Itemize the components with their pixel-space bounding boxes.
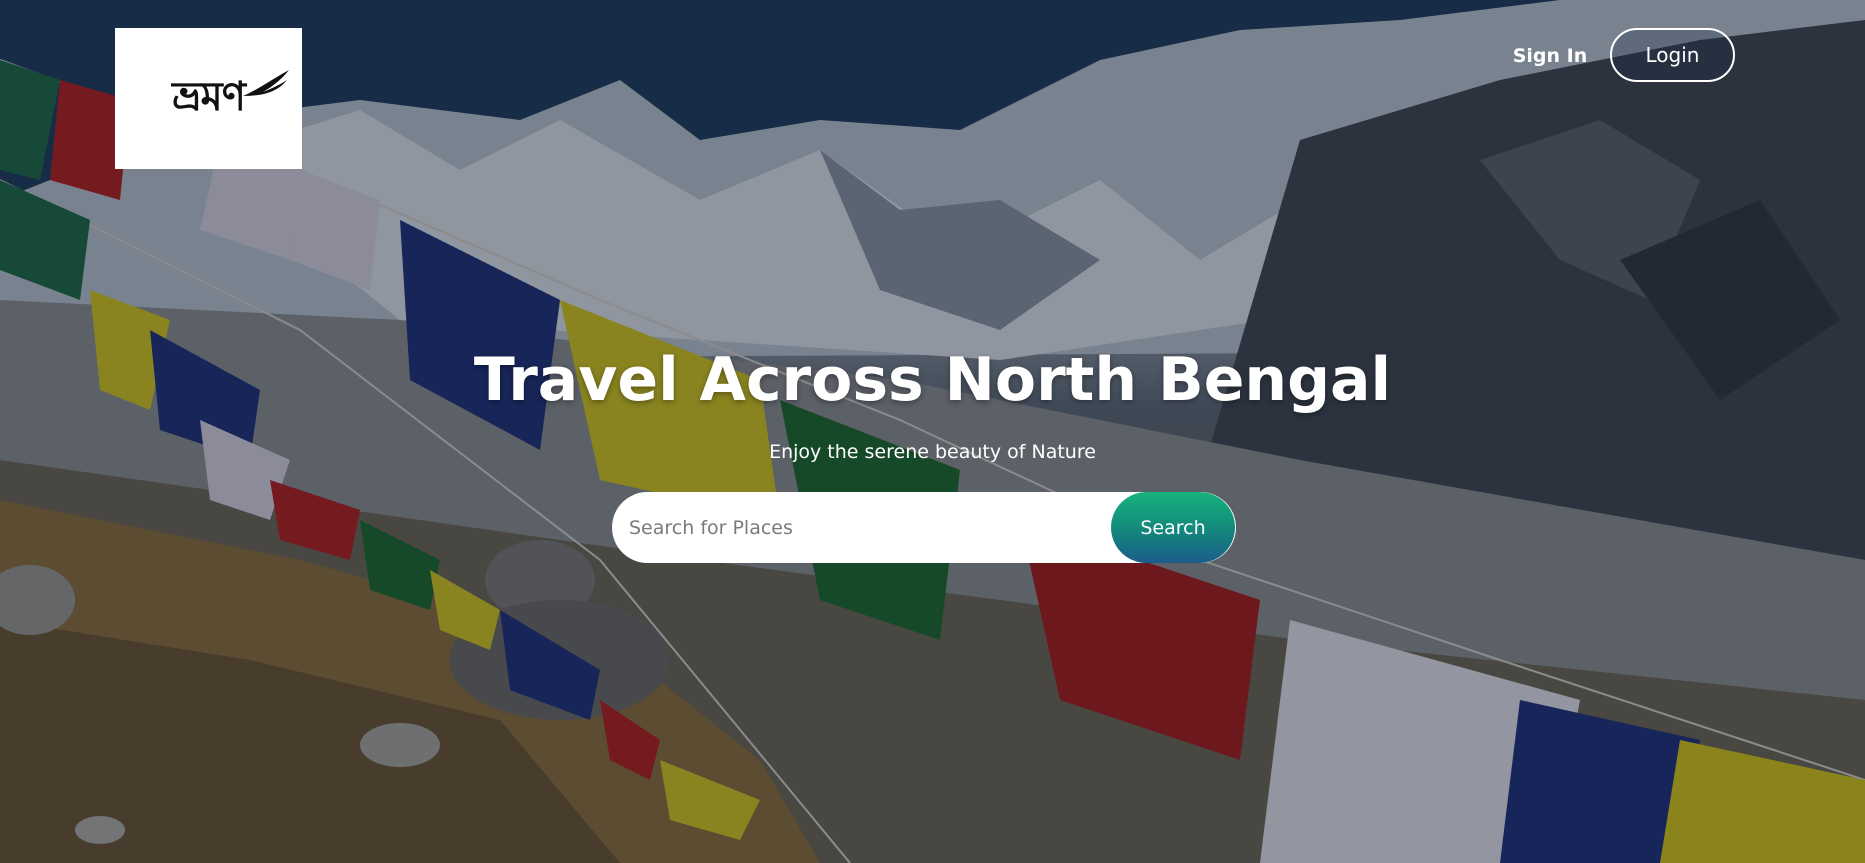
wing-icon bbox=[243, 70, 289, 96]
hero-subtitle: Enjoy the serene beauty of Nature bbox=[769, 441, 1096, 463]
site-logo[interactable]: ভ্রমণ bbox=[115, 28, 302, 169]
search-button[interactable]: Search bbox=[1111, 492, 1235, 563]
hero-title: Travel Across North Bengal bbox=[473, 345, 1392, 415]
hero-section: ভ্রমণ Sign In Login Travel Across North … bbox=[0, 0, 1865, 863]
search-input[interactable] bbox=[612, 492, 1111, 563]
logo-text: ভ্রমণ bbox=[172, 73, 246, 120]
search-bar: Search bbox=[612, 492, 1236, 563]
login-button[interactable]: Login bbox=[1610, 28, 1735, 82]
sign-in-link[interactable]: Sign In bbox=[1505, 40, 1595, 72]
